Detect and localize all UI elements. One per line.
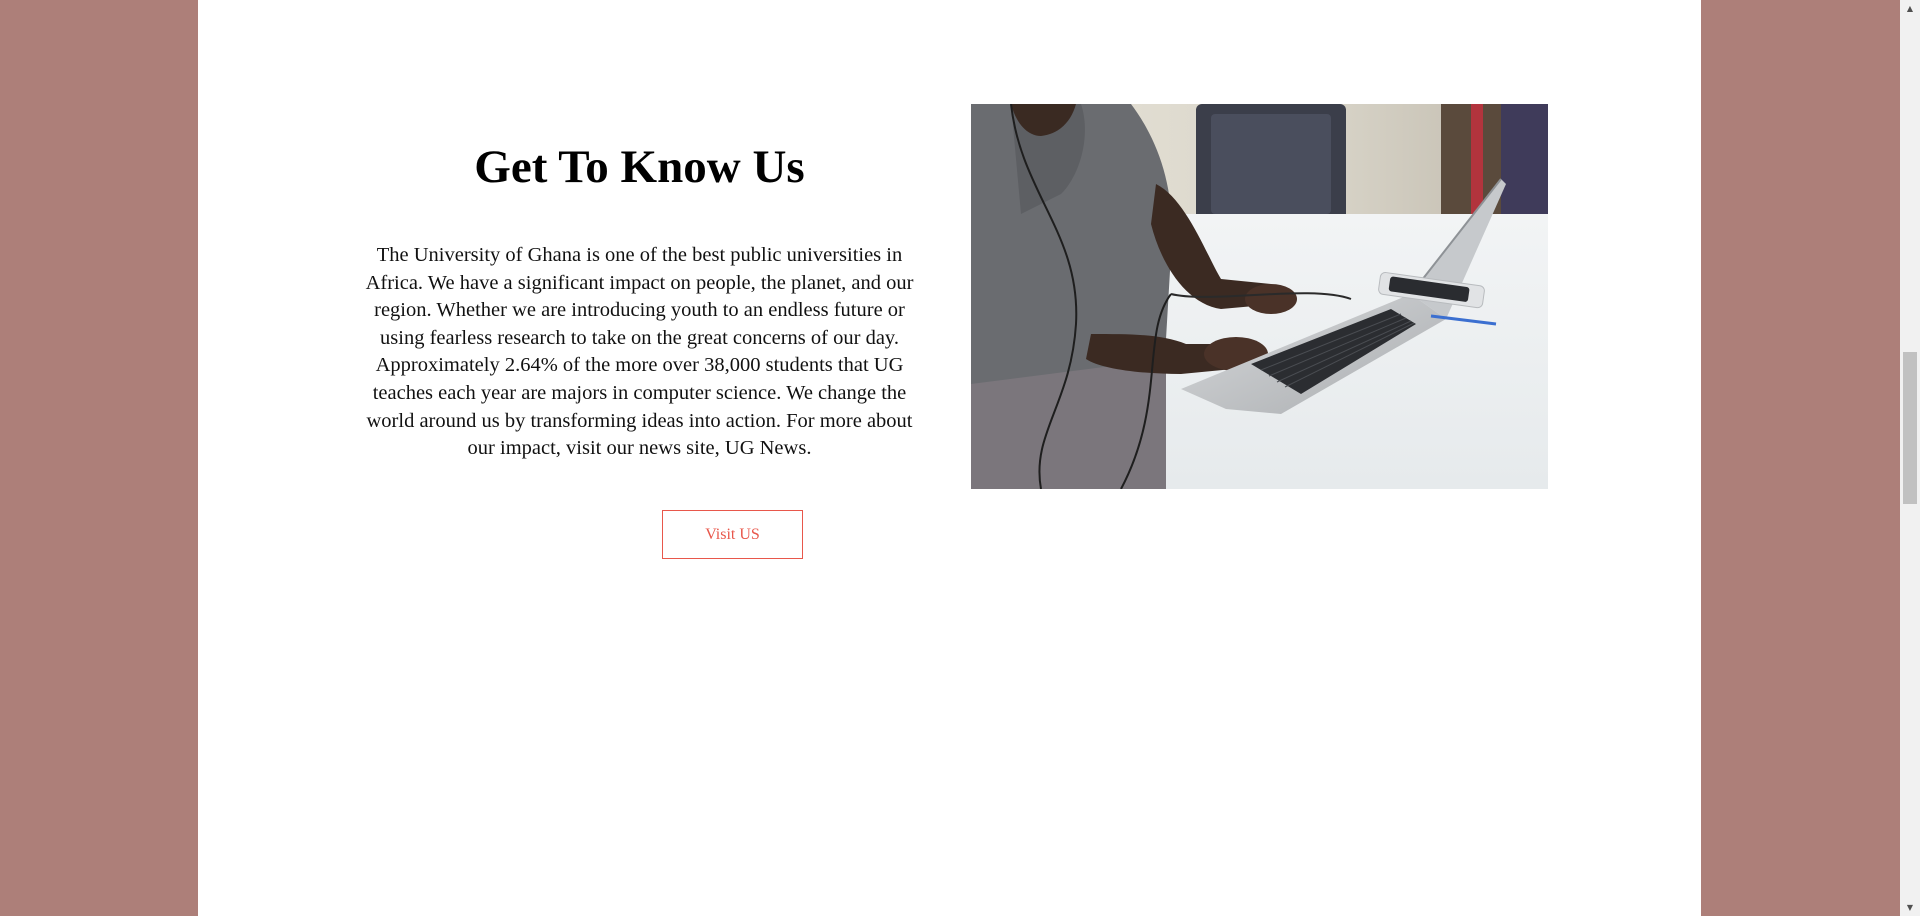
about-section: Get To Know Us The University of Ghana i… [353, 136, 926, 463]
scrollbar-thumb[interactable] [1903, 352, 1917, 504]
page-container: Get To Know Us The University of Ghana i… [198, 0, 1701, 916]
about-paragraph: The University of Ghana is one of the be… [365, 244, 914, 460]
visit-us-button[interactable]: Visit US [662, 510, 803, 559]
section-heading: Get To Know Us [474, 141, 805, 193]
scroll-down-arrow-icon[interactable]: ▼ [1900, 899, 1920, 916]
scrollbar[interactable]: ▲ ▼ [1900, 0, 1920, 916]
scroll-up-arrow-icon[interactable]: ▲ [1900, 0, 1920, 17]
laptop-photo [971, 104, 1548, 489]
